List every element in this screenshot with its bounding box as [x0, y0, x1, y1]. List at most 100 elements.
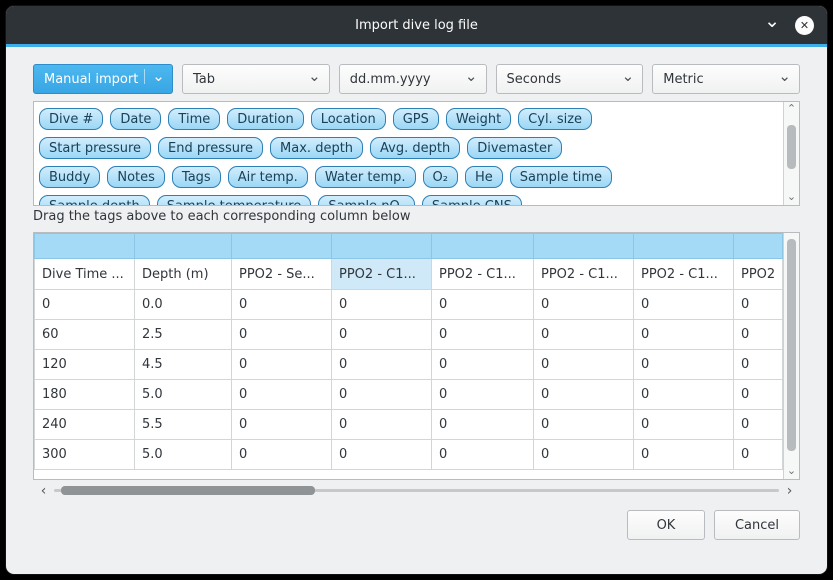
- table-cell: 0: [232, 350, 332, 380]
- tag-pill[interactable]: Sample temperature: [157, 195, 312, 205]
- tag-pill[interactable]: End pressure: [158, 137, 263, 159]
- column-header[interactable]: Depth (m): [135, 259, 232, 290]
- table-cell: 0: [734, 320, 783, 350]
- table-cell: 0: [634, 350, 734, 380]
- titlebar[interactable]: Import dive log file ⌄ ✕: [6, 6, 827, 44]
- scrollbar-track[interactable]: [784, 234, 799, 465]
- scrollbar-thumb[interactable]: [787, 125, 796, 169]
- drop-target-cell[interactable]: [35, 234, 135, 259]
- table-cell: 2.5: [135, 320, 232, 350]
- drop-target-cell[interactable]: [332, 234, 432, 259]
- tag-pill[interactable]: Sample CNS: [422, 195, 522, 205]
- table-cell: 0: [232, 290, 332, 320]
- table-row: 120 4.5 0 0 0 0 0 0: [35, 350, 783, 380]
- table-cell: 0: [534, 380, 634, 410]
- tag-pill[interactable]: Location: [311, 108, 386, 130]
- table-scrollbar-horizontal[interactable]: ‹ ›: [33, 482, 800, 499]
- tag-pill[interactable]: Divemaster: [467, 137, 562, 159]
- drop-target-cell[interactable]: [534, 234, 634, 259]
- chevron-down-icon: ⌄: [622, 69, 635, 84]
- table-cell: 0: [432, 350, 534, 380]
- table-row: 240 5.5 0 0 0 0 0 0: [35, 410, 783, 440]
- scrollbar-track[interactable]: [54, 482, 779, 499]
- tag-pill[interactable]: Dive #: [39, 108, 103, 130]
- cancel-button[interactable]: Cancel: [714, 510, 800, 540]
- table-cell: 0: [432, 290, 534, 320]
- scrollbar-thumb[interactable]: [61, 486, 315, 495]
- import-dialog-window: Import dive log file ⌄ ✕ Manual import ⌄…: [5, 5, 828, 575]
- column-header[interactable]: PPO2 - Se...: [232, 259, 332, 290]
- table-cell: 0: [534, 410, 634, 440]
- date-format-dropdown[interactable]: dd.mm.yyyy ⌄: [339, 64, 487, 94]
- column-header[interactable]: PPO2 - C1...: [534, 259, 634, 290]
- column-header[interactable]: PPO2: [734, 259, 783, 290]
- table-cell: 0: [432, 320, 534, 350]
- scroll-down-icon[interactable]: ⌄: [787, 465, 796, 478]
- drop-target-cell[interactable]: [135, 234, 232, 259]
- table-cell: 0: [232, 410, 332, 440]
- table-scrollbar-vertical[interactable]: ⌄: [783, 233, 799, 479]
- scroll-down-icon[interactable]: ⌄: [787, 191, 796, 204]
- table-cell: 0: [332, 350, 432, 380]
- table-cell: 0: [534, 320, 634, 350]
- tag-pill[interactable]: Start pressure: [39, 137, 151, 159]
- tag-pill[interactable]: O₂: [423, 166, 458, 188]
- tag-pill[interactable]: GPS: [393, 108, 439, 130]
- table-row: 0 0.0 0 0 0 0 0 0: [35, 290, 783, 320]
- table-cell: 5.0: [135, 380, 232, 410]
- table-cell: 0: [734, 350, 783, 380]
- tag-row: Start pressure End pressure Max. depth A…: [39, 137, 779, 159]
- drop-target-cell[interactable]: [232, 234, 332, 259]
- tag-pill[interactable]: Notes: [107, 166, 165, 188]
- tag-pill[interactable]: Sample time: [510, 166, 612, 188]
- import-mode-dropdown[interactable]: Manual import ⌄: [33, 64, 173, 94]
- tag-pill[interactable]: Time: [168, 108, 220, 130]
- scroll-right-icon[interactable]: ›: [782, 484, 797, 498]
- table-cell: 0: [634, 380, 734, 410]
- tag-pill[interactable]: Date: [110, 108, 161, 130]
- tag-pill[interactable]: Sample depth: [39, 195, 150, 205]
- tag-pill[interactable]: Cyl. size: [518, 108, 592, 130]
- scroll-up-icon[interactable]: ⌃: [787, 103, 796, 116]
- tag-list-scrollbar[interactable]: ⌃ ⌄: [783, 102, 799, 205]
- tag-pill[interactable]: Air temp.: [228, 166, 308, 188]
- table-cell: 5.0: [135, 440, 232, 470]
- ok-button[interactable]: OK: [627, 510, 705, 540]
- scrollbar-thumb[interactable]: [787, 239, 796, 452]
- dialog-buttons: OK Cancel: [33, 510, 800, 540]
- table-cell: 0: [734, 440, 783, 470]
- drop-target-cell[interactable]: [634, 234, 734, 259]
- duration-format-dropdown[interactable]: Seconds ⌄: [496, 64, 644, 94]
- preview-table-panel: Dive Time ... Depth (m) PPO2 - Se... PPO…: [33, 232, 800, 480]
- drop-target-cell[interactable]: [432, 234, 534, 259]
- tag-pill[interactable]: Weight: [446, 108, 511, 130]
- tag-pill[interactable]: Avg. depth: [370, 137, 460, 159]
- dropdown-label: Manual import: [44, 72, 138, 87]
- close-icon[interactable]: ✕: [795, 16, 814, 35]
- column-header[interactable]: PPO2 - C1...: [634, 259, 734, 290]
- table-cell: 0: [332, 290, 432, 320]
- separator-dropdown[interactable]: Tab ⌄: [182, 64, 330, 94]
- dropdown-label: dd.mm.yyyy: [350, 72, 431, 87]
- drop-target-cell[interactable]: [734, 234, 783, 259]
- table-cell: 0: [734, 410, 783, 440]
- tag-pill[interactable]: Sample pO₂: [318, 195, 415, 205]
- tag-pill[interactable]: Max. depth: [270, 137, 363, 159]
- chevron-down-icon: ⌄: [308, 69, 321, 84]
- column-header[interactable]: PPO2 - C1...: [432, 259, 534, 290]
- tag-pill[interactable]: Buddy: [39, 166, 100, 188]
- table-cell: 0: [432, 410, 534, 440]
- table-cell: 0: [332, 410, 432, 440]
- tag-pill[interactable]: Duration: [227, 108, 303, 130]
- tag-pill[interactable]: Tags: [172, 166, 221, 188]
- table-cell: 0: [734, 290, 783, 320]
- chevron-down-icon[interactable]: ⌄: [764, 12, 780, 31]
- tag-pill[interactable]: He: [465, 166, 503, 188]
- column-header[interactable]: Dive Time ...: [35, 259, 135, 290]
- scroll-left-icon[interactable]: ‹: [36, 484, 51, 498]
- column-header-selected[interactable]: PPO2 - C1...: [332, 259, 432, 290]
- scrollbar-track[interactable]: [784, 116, 799, 191]
- units-dropdown[interactable]: Metric ⌄: [652, 64, 800, 94]
- tag-pill[interactable]: Water temp.: [315, 166, 416, 188]
- table-cell: 0: [332, 380, 432, 410]
